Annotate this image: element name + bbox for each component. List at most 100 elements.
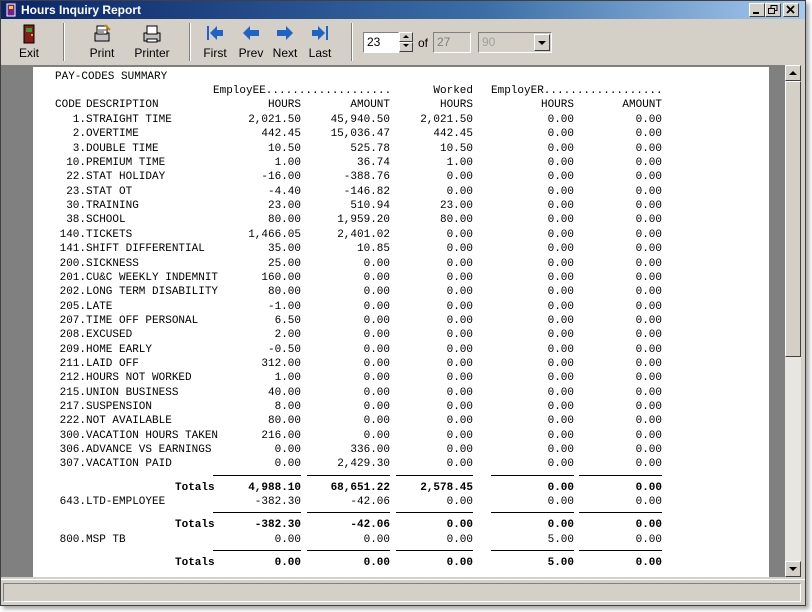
- totals-ee-amount-cell: -42.06: [350, 519, 390, 532]
- printer-button[interactable]: Printer: [129, 23, 175, 61]
- pay-code-description: LATE: [86, 300, 113, 313]
- prev-page-button[interactable]: Prev: [235, 23, 267, 61]
- ee-amount-cell: -42.06: [350, 496, 390, 509]
- ee-amount-cell: 36.74: [356, 157, 390, 170]
- er-amount-cell: 0.00: [635, 142, 662, 155]
- ee-amount-cell: 1,959.20: [337, 214, 390, 227]
- employer-group-header: EmployER..................: [491, 85, 663, 97]
- totals-worked-hours-cell: 2,578.45: [420, 481, 473, 494]
- pay-code: 306.: [59, 444, 86, 457]
- er-amount-cell: 0.00: [635, 357, 662, 370]
- worked-hours-cell: 0.00: [446, 429, 473, 442]
- ee-amount-cell: 2,429.30: [337, 458, 390, 471]
- vertical-scrollbar[interactable]: [785, 65, 801, 577]
- totals-ee-amount-cell: 68,651.22: [330, 481, 390, 494]
- er-hours-cell: 0.00: [547, 314, 574, 327]
- first-page-icon: [207, 26, 223, 40]
- page-number-input[interactable]: 23: [363, 32, 399, 53]
- er-hours-cell: 0.00: [547, 157, 574, 170]
- er-amount-cell: 0.00: [635, 271, 662, 284]
- worked-hours-cell: 0.00: [446, 415, 473, 428]
- ee-amount-cell: 336.00: [350, 444, 390, 457]
- scroll-down-button[interactable]: [785, 561, 801, 577]
- pay-code: 140.: [59, 228, 86, 241]
- er-hours-cell: 0.00: [547, 228, 574, 241]
- close-button[interactable]: [783, 3, 799, 17]
- pay-code: 217.: [59, 401, 86, 413]
- worked-hours-cell: 0.00: [446, 343, 473, 356]
- ee-hours-cell: 35.00: [267, 243, 301, 256]
- printer-setup-icon: [143, 25, 161, 43]
- report-window: Hours Inquiry Report Exit Print Printer …: [0, 0, 806, 606]
- totals-rule: [491, 550, 574, 552]
- pay-code: 300.: [59, 429, 86, 442]
- col-header-code: CODE: [55, 99, 82, 111]
- er-amount-cell: 0.00: [635, 185, 662, 198]
- pay-code: 2.: [72, 128, 86, 141]
- minimize-button[interactable]: [749, 3, 765, 17]
- scroll-up-button[interactable]: [785, 65, 801, 81]
- pay-code: 222.: [59, 415, 86, 428]
- status-bar: [1, 579, 805, 605]
- ee-hours-cell: 80.00: [267, 214, 301, 227]
- exit-label: Exit: [18, 46, 39, 60]
- worked-hours-cell: 80.00: [439, 214, 473, 227]
- employee-group-header: EmployEE...................: [213, 85, 392, 97]
- zoom-select[interactable]: 90: [478, 32, 552, 53]
- worked-hours-cell: 0.00: [446, 171, 473, 184]
- prev-label: Prev: [238, 46, 264, 60]
- next-page-button[interactable]: Next: [269, 23, 301, 61]
- restore-button[interactable]: [765, 3, 781, 17]
- er-amount-cell: 0.00: [635, 257, 662, 270]
- pay-code: 215.: [59, 386, 86, 399]
- pay-code-description: ADVANCE VS EARNINGS: [86, 444, 212, 457]
- ee-amount-cell: 45,940.50: [330, 114, 390, 126]
- next-label: Next: [272, 46, 298, 60]
- worked-hours-cell: 0.00: [446, 533, 473, 546]
- pay-code: 10.: [66, 157, 86, 170]
- pay-code-description: VACATION PAID: [86, 458, 172, 471]
- exit-door-icon: [23, 24, 35, 44]
- exit-button[interactable]: Exit: [11, 23, 47, 61]
- print-label: Print: [89, 46, 115, 60]
- worked-hours-cell: 23.00: [439, 200, 473, 213]
- chevron-down-icon: [538, 41, 546, 45]
- ee-hours-cell: 160.00: [261, 271, 301, 284]
- er-hours-cell: 0.00: [547, 496, 574, 509]
- ee-hours-cell: 0.00: [274, 533, 301, 546]
- spin-down-button[interactable]: [399, 42, 413, 52]
- last-page-button[interactable]: Last: [304, 23, 336, 61]
- print-icon: [94, 24, 111, 42]
- status-panel: [3, 583, 801, 602]
- pay-code: 202.: [59, 286, 86, 299]
- worked-hours-cell: 0.00: [446, 314, 473, 327]
- report-viewport[interactable]: PAY-CODES SUMMARY EmployEE..............…: [1, 65, 785, 577]
- pay-code-description: SHIFT DIFFERENTIAL: [86, 243, 205, 256]
- pay-code-description: HOME EARLY: [86, 343, 153, 356]
- scroll-thumb[interactable]: [785, 81, 801, 357]
- er-hours-cell: 0.00: [547, 357, 574, 370]
- ee-amount-cell: 15,036.47: [330, 128, 390, 141]
- restore-icon: [768, 5, 778, 14]
- er-amount-cell: 0.00: [635, 286, 662, 299]
- pay-code-description: STAT OT: [86, 185, 133, 198]
- er-hours-cell: 0.00: [547, 372, 574, 385]
- worked-hours-cell: 442.45: [433, 128, 473, 141]
- title-bar[interactable]: Hours Inquiry Report: [1, 1, 805, 19]
- page-spinner[interactable]: [399, 32, 413, 53]
- first-label: First: [203, 46, 227, 60]
- print-button[interactable]: Print: [81, 23, 123, 61]
- total-pages-field: 27: [433, 32, 471, 53]
- first-page-button[interactable]: First: [199, 23, 231, 61]
- of-label: of: [418, 36, 429, 50]
- pay-code-description: CU&C WEEKLY INDEMNIT: [86, 271, 219, 284]
- worked-hours-cell: 1.00: [446, 157, 473, 170]
- spin-up-button[interactable]: [399, 32, 413, 42]
- er-amount-cell: 0.00: [635, 214, 662, 227]
- totals-rule: [213, 474, 301, 476]
- totals-rule: [491, 512, 574, 514]
- zoom-dropdown-button[interactable]: [534, 34, 550, 51]
- er-hours-cell: 0.00: [547, 171, 574, 184]
- er-amount-cell: 0.00: [635, 533, 662, 546]
- pay-code: 23.: [66, 185, 86, 198]
